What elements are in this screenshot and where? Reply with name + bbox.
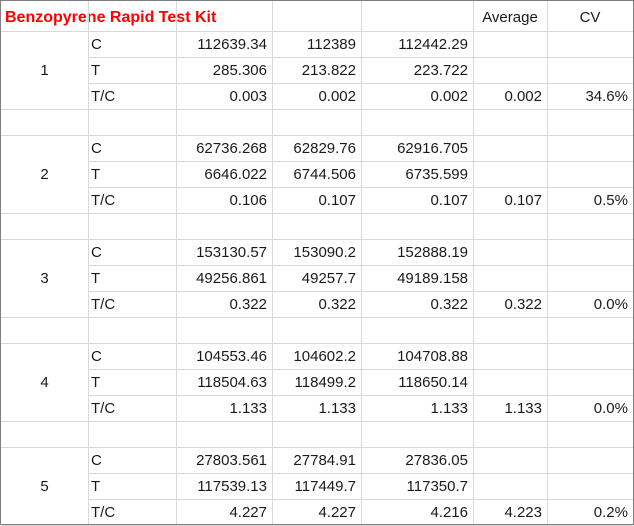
value-cell: 1.133 xyxy=(430,400,468,417)
average-cell: 4.223 xyxy=(504,504,542,521)
value-cell: 49256.861 xyxy=(196,270,267,287)
row-label: C xyxy=(91,348,102,365)
grid-line-vertical xyxy=(473,1,474,524)
grid-line-horizontal xyxy=(1,421,633,422)
value-cell: 0.002 xyxy=(318,88,356,105)
value-cell: 62736.268 xyxy=(196,140,267,157)
value-cell: 0.106 xyxy=(229,192,267,209)
cv-cell: 0.5% xyxy=(593,192,628,209)
value-cell: 6735.599 xyxy=(405,166,468,183)
value-cell: 0.003 xyxy=(229,88,267,105)
value-cell: 49257.7 xyxy=(301,270,356,287)
header-average: Average xyxy=(482,9,538,26)
value-cell: 112639.34 xyxy=(197,36,267,53)
spreadsheet-table: Benzopyrene Rapid Test Kit Average CV C 1… xyxy=(0,0,634,526)
value-cell: 1.133 xyxy=(318,400,356,417)
value-cell: 0.107 xyxy=(430,192,468,209)
value-cell: 27784.91 xyxy=(293,452,356,469)
value-cell: 118499.2 xyxy=(294,374,356,391)
row-label: C xyxy=(91,36,102,53)
value-cell: 213.822 xyxy=(301,62,356,79)
group-number: 1 xyxy=(40,62,49,79)
group-number: 5 xyxy=(40,478,49,495)
row-label: T/C xyxy=(91,192,116,209)
group-number: 4 xyxy=(40,374,49,391)
value-cell: 104708.88 xyxy=(397,348,468,365)
row-label: T/C xyxy=(91,296,116,313)
value-cell: 223.722 xyxy=(413,62,468,79)
average-cell: 1.133 xyxy=(504,400,542,417)
value-cell: 112389 xyxy=(307,36,356,53)
value-cell: 4.216 xyxy=(430,504,468,521)
value-cell: 104602.2 xyxy=(293,348,356,365)
cv-cell: 34.6% xyxy=(585,88,628,105)
value-cell: 0.322 xyxy=(229,296,267,313)
row-label: T xyxy=(91,374,101,391)
group-number: 3 xyxy=(40,270,49,287)
row-label: C xyxy=(91,244,102,261)
value-cell: 4.227 xyxy=(318,504,356,521)
cv-cell: 0.2% xyxy=(593,504,628,521)
value-cell: 1.133 xyxy=(229,400,267,417)
row-label: C xyxy=(91,452,102,469)
value-cell: 153130.57 xyxy=(196,244,267,261)
value-cell: 0.002 xyxy=(430,88,468,105)
value-cell: 118650.14 xyxy=(398,374,468,391)
average-cell: 0.322 xyxy=(504,296,542,313)
row-label: T/C xyxy=(91,504,116,521)
grid-line-horizontal xyxy=(1,317,633,318)
value-cell: 4.227 xyxy=(229,504,267,521)
row-label: T xyxy=(91,62,101,79)
value-cell: 112442.29 xyxy=(398,36,468,53)
row-label: T xyxy=(91,166,101,183)
value-cell: 49189.158 xyxy=(397,270,468,287)
value-cell: 27803.561 xyxy=(196,452,267,469)
cv-cell: 0.0% xyxy=(593,296,628,313)
average-cell: 0.002 xyxy=(504,88,542,105)
value-cell: 0.322 xyxy=(430,296,468,313)
value-cell: 0.107 xyxy=(318,192,356,209)
cv-cell: 0.0% xyxy=(593,400,628,417)
group-number: 2 xyxy=(40,166,49,183)
grid-line-horizontal xyxy=(1,109,633,110)
value-cell: 62916.705 xyxy=(397,140,468,157)
value-cell: 117449.7 xyxy=(294,478,356,495)
value-cell: 285.306 xyxy=(212,62,267,79)
header-cv: CV xyxy=(579,9,601,26)
average-cell: 0.107 xyxy=(504,192,542,209)
value-cell: 27836.05 xyxy=(405,452,468,469)
value-cell: 0.322 xyxy=(318,296,356,313)
row-label: T xyxy=(91,478,101,495)
sheet-title: Benzopyrene Rapid Test Kit xyxy=(5,9,217,26)
value-cell: 117350.7 xyxy=(406,478,468,495)
value-cell: 6646.022 xyxy=(204,166,267,183)
value-cell: 104553.46 xyxy=(196,348,267,365)
row-label: T/C xyxy=(91,88,116,105)
row-label: T xyxy=(91,270,101,287)
value-cell: 62829.76 xyxy=(293,140,356,157)
value-cell: 6744.506 xyxy=(293,166,356,183)
value-cell: 153090.2 xyxy=(293,244,356,261)
value-cell: 117539.13 xyxy=(197,478,267,495)
value-cell: 118504.63 xyxy=(197,374,267,391)
row-label: C xyxy=(91,140,102,157)
row-label: T/C xyxy=(91,400,116,417)
grid-line-vertical xyxy=(547,1,548,524)
grid-line-horizontal xyxy=(1,213,633,214)
value-cell: 152888.19 xyxy=(397,244,468,261)
